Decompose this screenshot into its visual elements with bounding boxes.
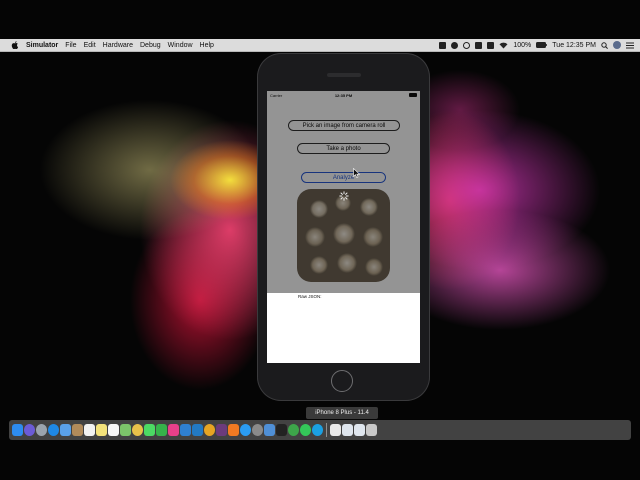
safari-icon[interactable] [48, 424, 59, 436]
calendar-icon[interactable] [84, 424, 95, 436]
downloads-icon[interactable] [354, 424, 365, 436]
home-button[interactable] [331, 370, 353, 392]
menu-file[interactable]: File [65, 42, 76, 49]
xcode-icon[interactable] [180, 424, 191, 436]
mail-icon[interactable] [60, 424, 71, 436]
photos-icon[interactable] [132, 424, 143, 436]
apple-menu-icon[interactable] [11, 41, 19, 49]
system-prefs-icon[interactable] [252, 424, 263, 436]
menu-debug[interactable]: Debug [140, 42, 161, 49]
messages-icon[interactable] [144, 424, 155, 436]
wifi-icon[interactable] [499, 42, 508, 49]
contacts-icon[interactable] [72, 424, 83, 436]
slack-icon[interactable] [216, 424, 227, 436]
maps-icon[interactable] [120, 424, 131, 436]
mouse-cursor-icon [353, 168, 360, 178]
bluetooth-icon[interactable] [475, 41, 483, 49]
menu-hardware[interactable]: Hardware [103, 42, 133, 49]
trash-icon[interactable] [366, 424, 377, 436]
dock-separator [326, 423, 327, 437]
screen-icon[interactable] [439, 41, 447, 49]
chrome-icon[interactable] [204, 424, 215, 436]
battery-percent: 100% [513, 41, 532, 49]
stop-icon[interactable] [451, 41, 459, 49]
speaker-grille [327, 73, 361, 77]
skype-icon[interactable] [312, 424, 323, 436]
device-tooltip: iPhone 8 Plus - 11.4 [306, 407, 378, 419]
list-icon[interactable] [626, 42, 634, 49]
evernote-icon[interactable] [288, 424, 299, 436]
status-area: 100% Tue 12:35 PM [439, 39, 634, 51]
ibooks-icon[interactable] [228, 424, 239, 436]
simulator-icon[interactable] [264, 424, 275, 436]
finder-icon[interactable] [12, 424, 23, 436]
simulator-screen: Carrier 12:35 PM Pick an image from came… [267, 91, 420, 363]
menu-edit[interactable]: Edit [84, 42, 96, 49]
battery-icon[interactable] [536, 42, 548, 48]
menu-window[interactable]: Window [168, 42, 193, 49]
airplay-icon[interactable] [487, 41, 495, 49]
raw-json-label: Raw JSON: [298, 294, 322, 299]
notes-icon[interactable] [96, 424, 107, 436]
loading-overlay [267, 91, 420, 293]
terminal-icon[interactable] [276, 424, 287, 436]
desktop-wallpaper: Simulator File Edit Hardware Debug Windo… [0, 0, 640, 480]
app-store-icon[interactable] [240, 424, 251, 436]
facetime-icon[interactable] [156, 424, 167, 436]
launchpad-icon[interactable] [36, 424, 47, 436]
siri-icon[interactable] [24, 424, 35, 436]
menu-clock[interactable]: Tue 12:35 PM [552, 42, 596, 49]
dock [9, 420, 631, 440]
sync-icon[interactable] [463, 41, 471, 49]
folder-icon[interactable] [330, 424, 341, 436]
avatar[interactable] [613, 41, 621, 49]
whatsapp-icon[interactable] [300, 424, 311, 436]
search-icon[interactable] [601, 41, 608, 49]
activity-spinner-icon [339, 191, 349, 201]
menu-help[interactable]: Help [200, 42, 214, 49]
menu-bar: Simulator File Edit Hardware Debug Windo… [0, 39, 640, 52]
itunes-icon[interactable] [168, 424, 179, 436]
vscode-icon[interactable] [192, 424, 203, 436]
reminders-icon[interactable] [108, 424, 119, 436]
menu-app-name[interactable]: Simulator [26, 42, 58, 49]
documents-icon[interactable] [342, 424, 353, 436]
